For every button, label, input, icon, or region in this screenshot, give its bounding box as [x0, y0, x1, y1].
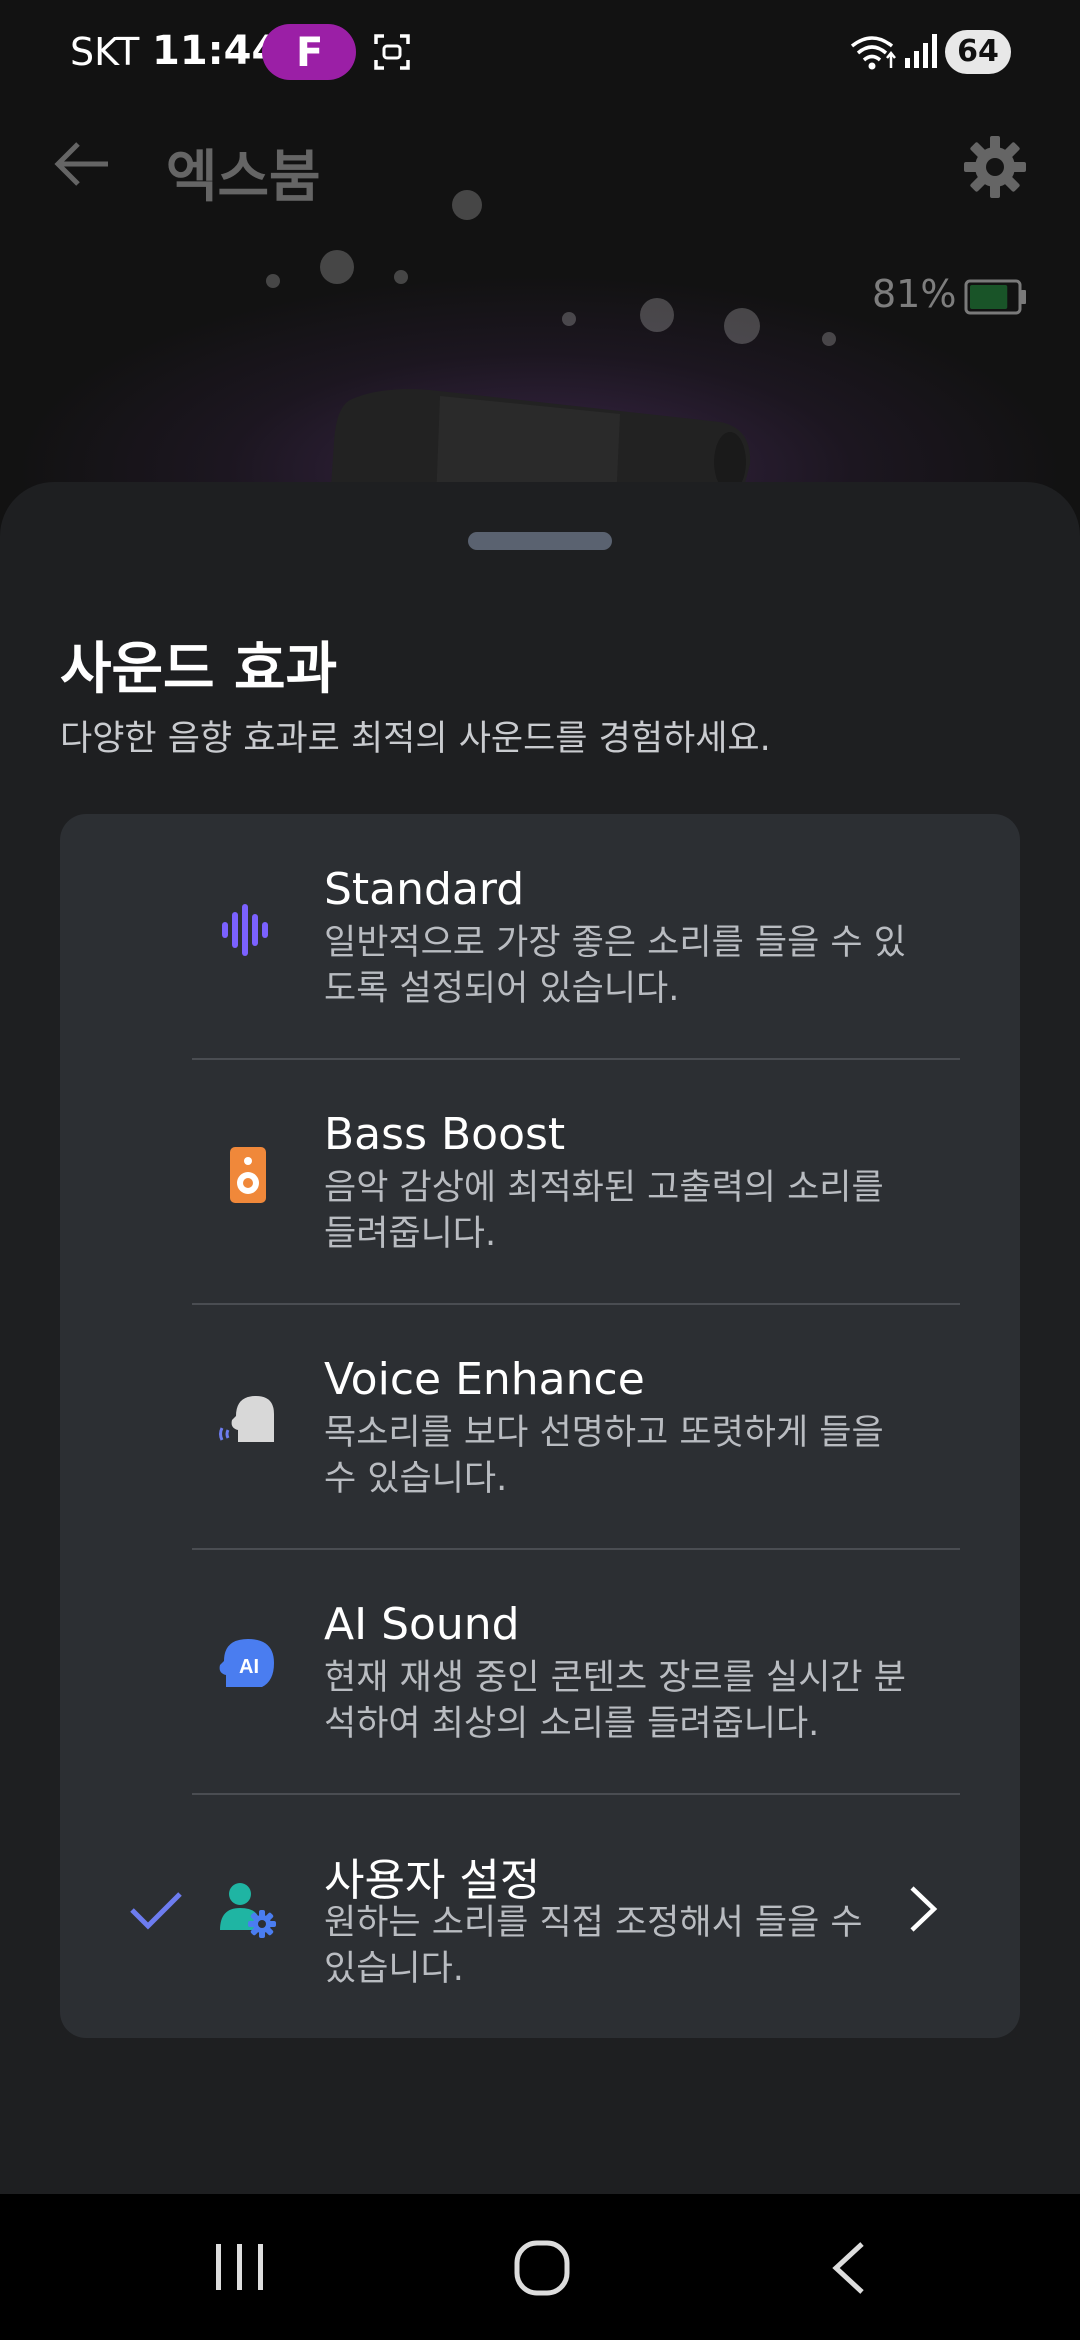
carrier-label: SKT: [70, 30, 140, 74]
option-description: 음악 감상에 최적화된 고출력의 소리를 들려줍니다.: [324, 1168, 884, 1254]
sheet-title: 사운드 효과: [60, 637, 338, 702]
device-battery-percent: 81%: [872, 272, 957, 316]
ai-badge-text: AI: [239, 1656, 259, 1678]
system-nav-bar: [0, 2194, 1080, 2340]
particle: [640, 298, 674, 332]
particle: [266, 274, 280, 288]
particle: [320, 250, 354, 284]
recents-icon[interactable]: [212, 2242, 268, 2292]
arrow-left-icon[interactable]: [52, 138, 112, 190]
option-description: 일반적으로 가장 좋은 소리를 들을 수 있도록 설정되어 있습니다.: [324, 923, 906, 1009]
option-standard[interactable]: Standard 일반적으로 가장 좋은 소리를 들을 수 있도록 설정되어 있…: [60, 814, 1020, 1059]
option-title: AI Sound: [324, 1599, 520, 1650]
wifi-icon: [850, 36, 896, 70]
particle: [394, 270, 408, 284]
waveform-icon: [222, 904, 268, 956]
speaker-icon: [230, 1147, 266, 1203]
home-icon[interactable]: [512, 2238, 572, 2298]
status-clock: 11:44: [152, 28, 280, 74]
particle: [562, 312, 576, 326]
option-ai-sound[interactable]: AI AI Sound 현재 재생 중인 콘텐츠 장르를 실시간 분석하여 최상…: [60, 1549, 1020, 1794]
option-title: Bass Boost: [324, 1109, 566, 1160]
device-battery-icon: [964, 279, 1026, 315]
voice-head-icon: [219, 1396, 274, 1442]
option-description: 원하는 소리를 직접 조정해서 들을 수 있습니다.: [324, 1903, 863, 1989]
option-title: Standard: [324, 864, 525, 915]
app-bar: 엑스붐: [0, 110, 1080, 220]
sheet-subtitle: 다양한 음향 효과로 최적의 사운드를 경험하세요.: [60, 719, 771, 759]
gear-icon[interactable]: [962, 134, 1028, 200]
app-badge: F: [262, 24, 356, 80]
particle: [724, 308, 760, 344]
signal-icon: [905, 34, 937, 68]
page-title: 엑스붐: [166, 145, 321, 210]
back-chevron-icon[interactable]: [826, 2238, 870, 2298]
chevron-right-icon[interactable]: [906, 1884, 940, 1934]
option-title: Voice Enhance: [324, 1354, 645, 1405]
particle: [822, 332, 836, 346]
check-icon: [130, 1892, 182, 1930]
option-bass-boost[interactable]: Bass Boost 음악 감상에 최적화된 고출력의 소리를 들려줍니다.: [60, 1059, 1020, 1304]
user-settings-icon: [220, 1883, 276, 1938]
option-title: 사용자 설정: [324, 1855, 541, 1906]
status-bar: SKT 11:44 F 64: [0, 0, 1080, 104]
sound-effect-sheet: 사운드 효과 다양한 음향 효과로 최적의 사운드를 경험하세요. Standa…: [0, 482, 1080, 2194]
battery-level-badge: 64: [945, 30, 1011, 74]
particle: [452, 190, 482, 220]
screen: SKT 11:44 F 64 엑스붐 81% 사운드 효과 다양한 음향 효과로…: [0, 0, 1080, 2340]
option-description: 목소리를 보다 선명하고 또렷하게 들을 수 있습니다.: [324, 1413, 884, 1499]
sheet-drag-handle[interactable]: [468, 532, 612, 550]
option-description: 현재 재생 중인 콘텐츠 장르를 실시간 분석하여 최상의 소리를 들려줍니다.: [324, 1658, 906, 1744]
option-voice-enhance[interactable]: Voice Enhance 목소리를 보다 선명하고 또렷하게 들을 수 있습니…: [60, 1304, 1020, 1549]
app-badge-letter: F: [296, 30, 324, 76]
ai-head-icon: AI: [219, 1639, 274, 1687]
screenshot-icon: [374, 34, 410, 70]
option-custom[interactable]: 사용자 설정 원하는 소리를 직접 조정해서 들을 수 있습니다.: [60, 1794, 1020, 2039]
sound-options-card: Standard 일반적으로 가장 좋은 소리를 들을 수 있도록 설정되어 있…: [60, 814, 1020, 2038]
